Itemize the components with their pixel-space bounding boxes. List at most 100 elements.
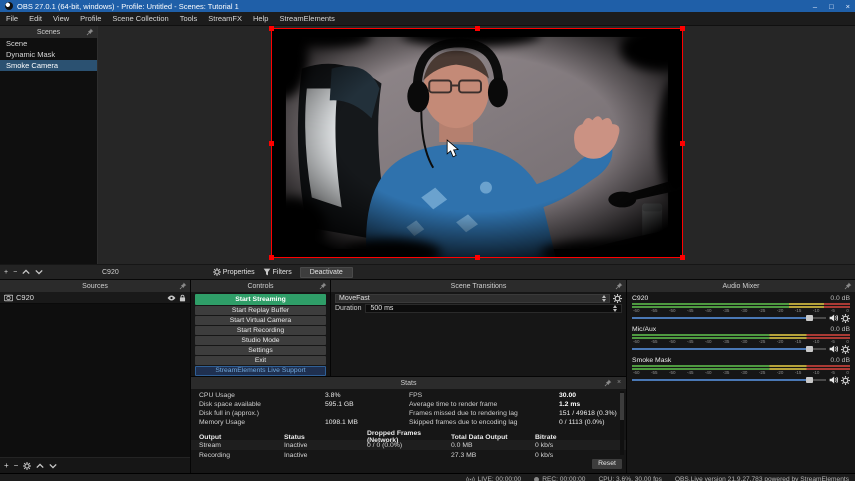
add-source-button[interactable]: + [4,461,9,470]
menu-streamelements[interactable]: StreamElements [279,14,334,23]
volume-slider[interactable] [632,344,826,354]
col-output: Output [199,433,222,441]
channel-gear-icon[interactable] [841,314,850,323]
streamelements-live-support-button[interactable]: StreamElements Live Support [195,366,326,376]
menu-file[interactable]: File [6,14,18,23]
source-item-c920[interactable]: C920 [0,292,190,304]
output-table-header: Output Status Dropped Frames (Network) T… [191,430,626,444]
menu-help[interactable]: Help [253,14,268,23]
channel-db: 0.0 dB [830,294,850,302]
speaker-icon[interactable] [829,345,838,353]
stat-value: 1.2 ms [559,401,581,408]
duration-input[interactable]: 500 ms [365,304,622,313]
transform-handle[interactable] [680,141,685,146]
menu-edit[interactable]: Edit [29,14,42,23]
obs-window: OBS 27.0.1 (64-bit, windows) - Profile: … [0,0,855,481]
menu-scene-collection[interactable]: Scene Collection [112,14,168,23]
move-scene-up-icon[interactable] [22,268,30,276]
table-row-stream: Stream Inactive 0 / 0 (0.0%) 0.0 MB 0 kb… [191,440,626,450]
start-streaming-button[interactable]: Start Streaming [195,294,326,305]
source-properties-gear-icon[interactable] [23,462,31,470]
pin-icon[interactable] [319,282,327,290]
scene-item-dynamic-mask[interactable]: Dynamic Mask [0,49,97,60]
menu-profile[interactable]: Profile [80,14,101,23]
sources-list: C920 [0,292,190,458]
scene-item-smoke-camera[interactable]: Smoke Camera [0,60,97,71]
pin-icon[interactable] [844,282,852,290]
transform-handle[interactable] [475,26,480,31]
remove-scene-button[interactable]: − [13,269,17,276]
scenes-toolbar: + − [0,268,97,276]
transition-select[interactable]: MoveFast [335,294,610,303]
obslive-version: OBS.Live version 21.9.27.783 powered by … [674,476,849,481]
minimize-button[interactable]: – [813,2,817,11]
duration-label: Duration [335,305,362,312]
slider-knob[interactable] [805,315,813,321]
slider-knob[interactable] [805,346,813,352]
volume-meter [632,334,850,336]
pin-icon[interactable] [179,282,187,290]
pin-icon[interactable] [86,28,94,36]
exit-button[interactable]: Exit [195,356,326,365]
volume-slider[interactable] [632,375,826,385]
properties-button[interactable]: Properties [213,268,255,276]
mixer-dock-header[interactable]: Audio Mixer [627,280,855,292]
transform-handle[interactable] [475,255,480,260]
combo-stepper-icon[interactable] [602,295,606,302]
reset-button[interactable]: Reset [592,459,622,469]
transition-settings-gear-icon[interactable] [613,294,622,303]
stats-scrollbar[interactable] [620,391,624,455]
transform-handle[interactable] [269,26,274,31]
maximize-button[interactable]: □ [829,2,834,11]
transform-handle[interactable] [680,26,685,31]
scenes-dock-title: Scenes [36,28,61,36]
speaker-icon[interactable] [829,376,838,384]
close-dock-icon[interactable]: × [615,379,623,387]
transform-handle[interactable] [680,255,685,260]
slider-knob[interactable] [805,377,813,383]
scenes-dock-header[interactable]: Scenes [0,26,97,38]
move-source-up-icon[interactable] [36,462,44,470]
stat-label: Disk space available [199,401,261,408]
menu-bar: File Edit View Profile Scene Collection … [0,12,855,26]
cell: Inactive [284,441,308,449]
transform-handle[interactable] [269,255,274,260]
menu-view[interactable]: View [53,14,69,23]
start-virtual-camera-button[interactable]: Start Virtual Camera [195,316,326,325]
transitions-dock-header[interactable]: Scene Transitions [331,280,626,292]
sources-dock-header[interactable]: Sources [0,280,190,292]
deactivate-button[interactable]: Deactivate [299,266,353,278]
channel-gear-icon[interactable] [841,345,850,354]
lock-icon[interactable] [179,294,186,302]
remove-source-button[interactable]: − [14,461,19,470]
pin-icon[interactable] [604,379,612,387]
add-scene-button[interactable]: + [4,269,8,276]
preview-canvas[interactable] [269,26,685,260]
start-recording-button[interactable]: Start Recording [195,326,326,335]
pin-icon[interactable] [615,282,623,290]
duration-spinner-icon[interactable] [613,305,617,312]
move-scene-down-icon[interactable] [35,268,43,276]
channel-gear-icon[interactable] [841,376,850,385]
settings-button[interactable]: Settings [195,346,326,355]
close-button[interactable]: × [846,2,850,11]
audio-mixer-dock: Audio Mixer C920 0.0 dB -60 -55 -50 -45 -40-… [627,280,855,473]
scene-item-scene[interactable]: Scene [0,38,97,49]
filters-button[interactable]: Filters [263,268,292,276]
stat-value: 595.1 GB [325,401,354,408]
cell: 0 kb/s [535,441,554,449]
stats-dock-header[interactable]: Stats × [191,377,626,389]
rec-timer: REC: 00:00:00 [542,476,586,481]
start-replay-buffer-button[interactable]: Start Replay Buffer [195,306,326,315]
controls-dock-header[interactable]: Controls [191,280,330,292]
menu-tools[interactable]: Tools [180,14,198,23]
visibility-eye-icon[interactable] [167,294,176,302]
transform-handle[interactable] [269,141,274,146]
move-source-down-icon[interactable] [49,462,57,470]
volume-slider[interactable] [632,313,826,323]
studio-mode-button[interactable]: Studio Mode [195,336,326,345]
speaker-icon[interactable] [829,314,838,322]
mixer-channel-mic-aux: Mic/Aux 0.0 dB -60 -55 -50 -45 -40 -35 -30 -25-… [627,323,855,354]
menu-streamfx[interactable]: StreamFX [208,14,242,23]
controls-dock: Controls Start Streaming Start Replay Bu… [191,280,330,376]
